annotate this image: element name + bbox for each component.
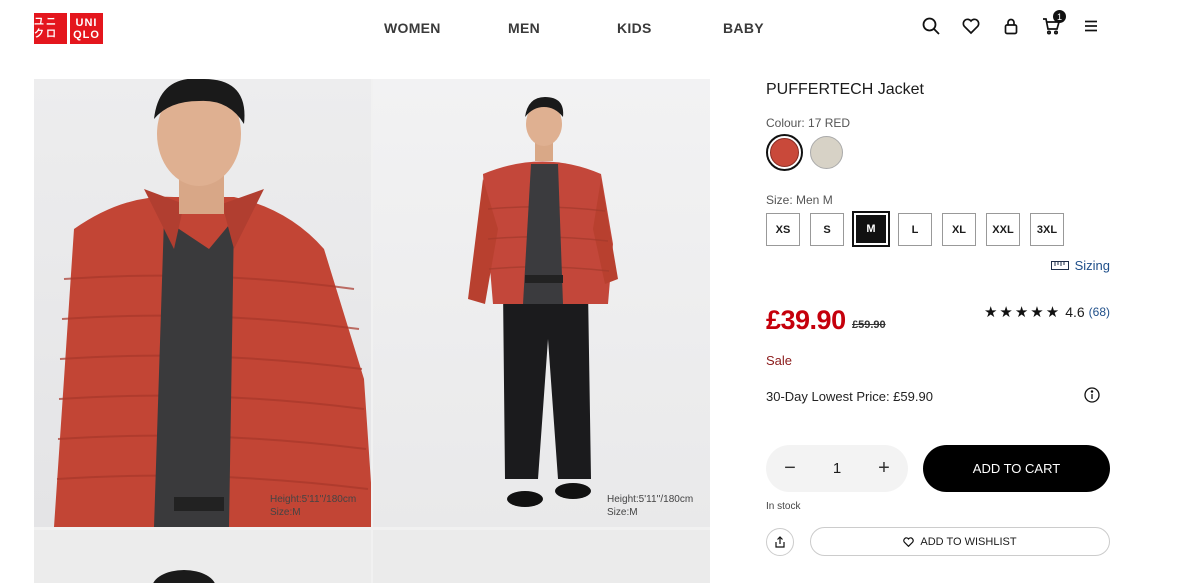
size-xs-button[interactable]: XS: [766, 213, 800, 246]
lowest-price-text: 30-Day Lowest Price: £59.90: [766, 389, 933, 404]
quantity-stepper: − 1 +: [766, 445, 908, 492]
heart-icon[interactable]: [962, 17, 980, 35]
product-photo-fullbody[interactable]: Height:5'11''/180cm Size:M: [373, 79, 710, 527]
nav-women[interactable]: WOMEN: [384, 20, 441, 36]
nav-men[interactable]: MEN: [508, 20, 540, 36]
search-icon[interactable]: [922, 17, 940, 35]
heart-small-icon: [903, 536, 915, 547]
ruler-icon: [1050, 261, 1069, 270]
colour-label: Colour: 17 RED: [766, 116, 851, 130]
cart-icon[interactable]: 1: [1042, 10, 1066, 35]
size-xxl-button[interactable]: XXL: [986, 213, 1020, 246]
review-count[interactable]: (68): [1089, 305, 1110, 319]
size-s-button[interactable]: S: [810, 213, 844, 246]
size-label: Size: Men M: [766, 193, 833, 207]
model-caption-2: Height:5'11''/180cm Size:M: [607, 494, 694, 518]
size-xl-button[interactable]: XL: [942, 213, 976, 246]
model-caption: Height:5'11''/180cm Size:M: [270, 494, 357, 518]
nav-baby[interactable]: BABY: [723, 20, 764, 36]
original-price: £59.90: [852, 319, 886, 331]
add-to-wishlist-button[interactable]: ADD TO WISHLIST: [810, 527, 1110, 556]
add-to-cart-button[interactable]: ADD TO CART: [923, 445, 1110, 492]
rating-value: 4.6: [1065, 304, 1085, 320]
nav-kids[interactable]: KIDS: [617, 20, 652, 36]
product-photo-4[interactable]: [373, 530, 710, 583]
rating[interactable]: ★★★★★ 4.6 (68): [984, 303, 1110, 321]
size-3xl-button[interactable]: 3XL: [1030, 213, 1064, 246]
account-icon[interactable]: [1002, 17, 1020, 35]
star-rating-icon: ★★★★★: [983, 304, 1062, 321]
increase-quantity-button[interactable]: +: [876, 457, 892, 480]
share-button[interactable]: [766, 528, 794, 556]
decrease-quantity-button[interactable]: −: [782, 457, 798, 480]
swatch-fill: [770, 138, 799, 167]
share-icon: [775, 536, 785, 548]
sizing-link[interactable]: Sizing: [1050, 258, 1110, 273]
site-header: ユニクロ UNI QLO WOMEN MEN KIDS BABY 1: [0, 0, 1200, 58]
sale-price: £39.90: [766, 305, 846, 335]
stock-status: In stock: [766, 501, 801, 512]
product-photo-3[interactable]: [34, 530, 371, 583]
colour-swatch-beige[interactable]: [810, 136, 843, 169]
size-l-button[interactable]: L: [898, 213, 932, 246]
product-title: PUFFERTECH Jacket: [766, 81, 924, 98]
info-icon[interactable]: [1084, 387, 1100, 403]
sale-label: Sale: [766, 353, 793, 368]
header-icons: 1: [922, 10, 1100, 35]
menu-icon[interactable]: [1082, 17, 1100, 35]
colour-swatch-red[interactable]: [766, 134, 803, 171]
size-m-button[interactable]: M: [852, 211, 890, 247]
product-photo-closeup[interactable]: Height:5'11''/180cm Size:M: [34, 79, 371, 527]
cart-count-badge: 1: [1053, 10, 1066, 23]
quantity-value[interactable]: 1: [833, 460, 841, 477]
product-gallery: Height:5'11''/180cm Size:M Height:5'11''…: [34, 79, 710, 583]
